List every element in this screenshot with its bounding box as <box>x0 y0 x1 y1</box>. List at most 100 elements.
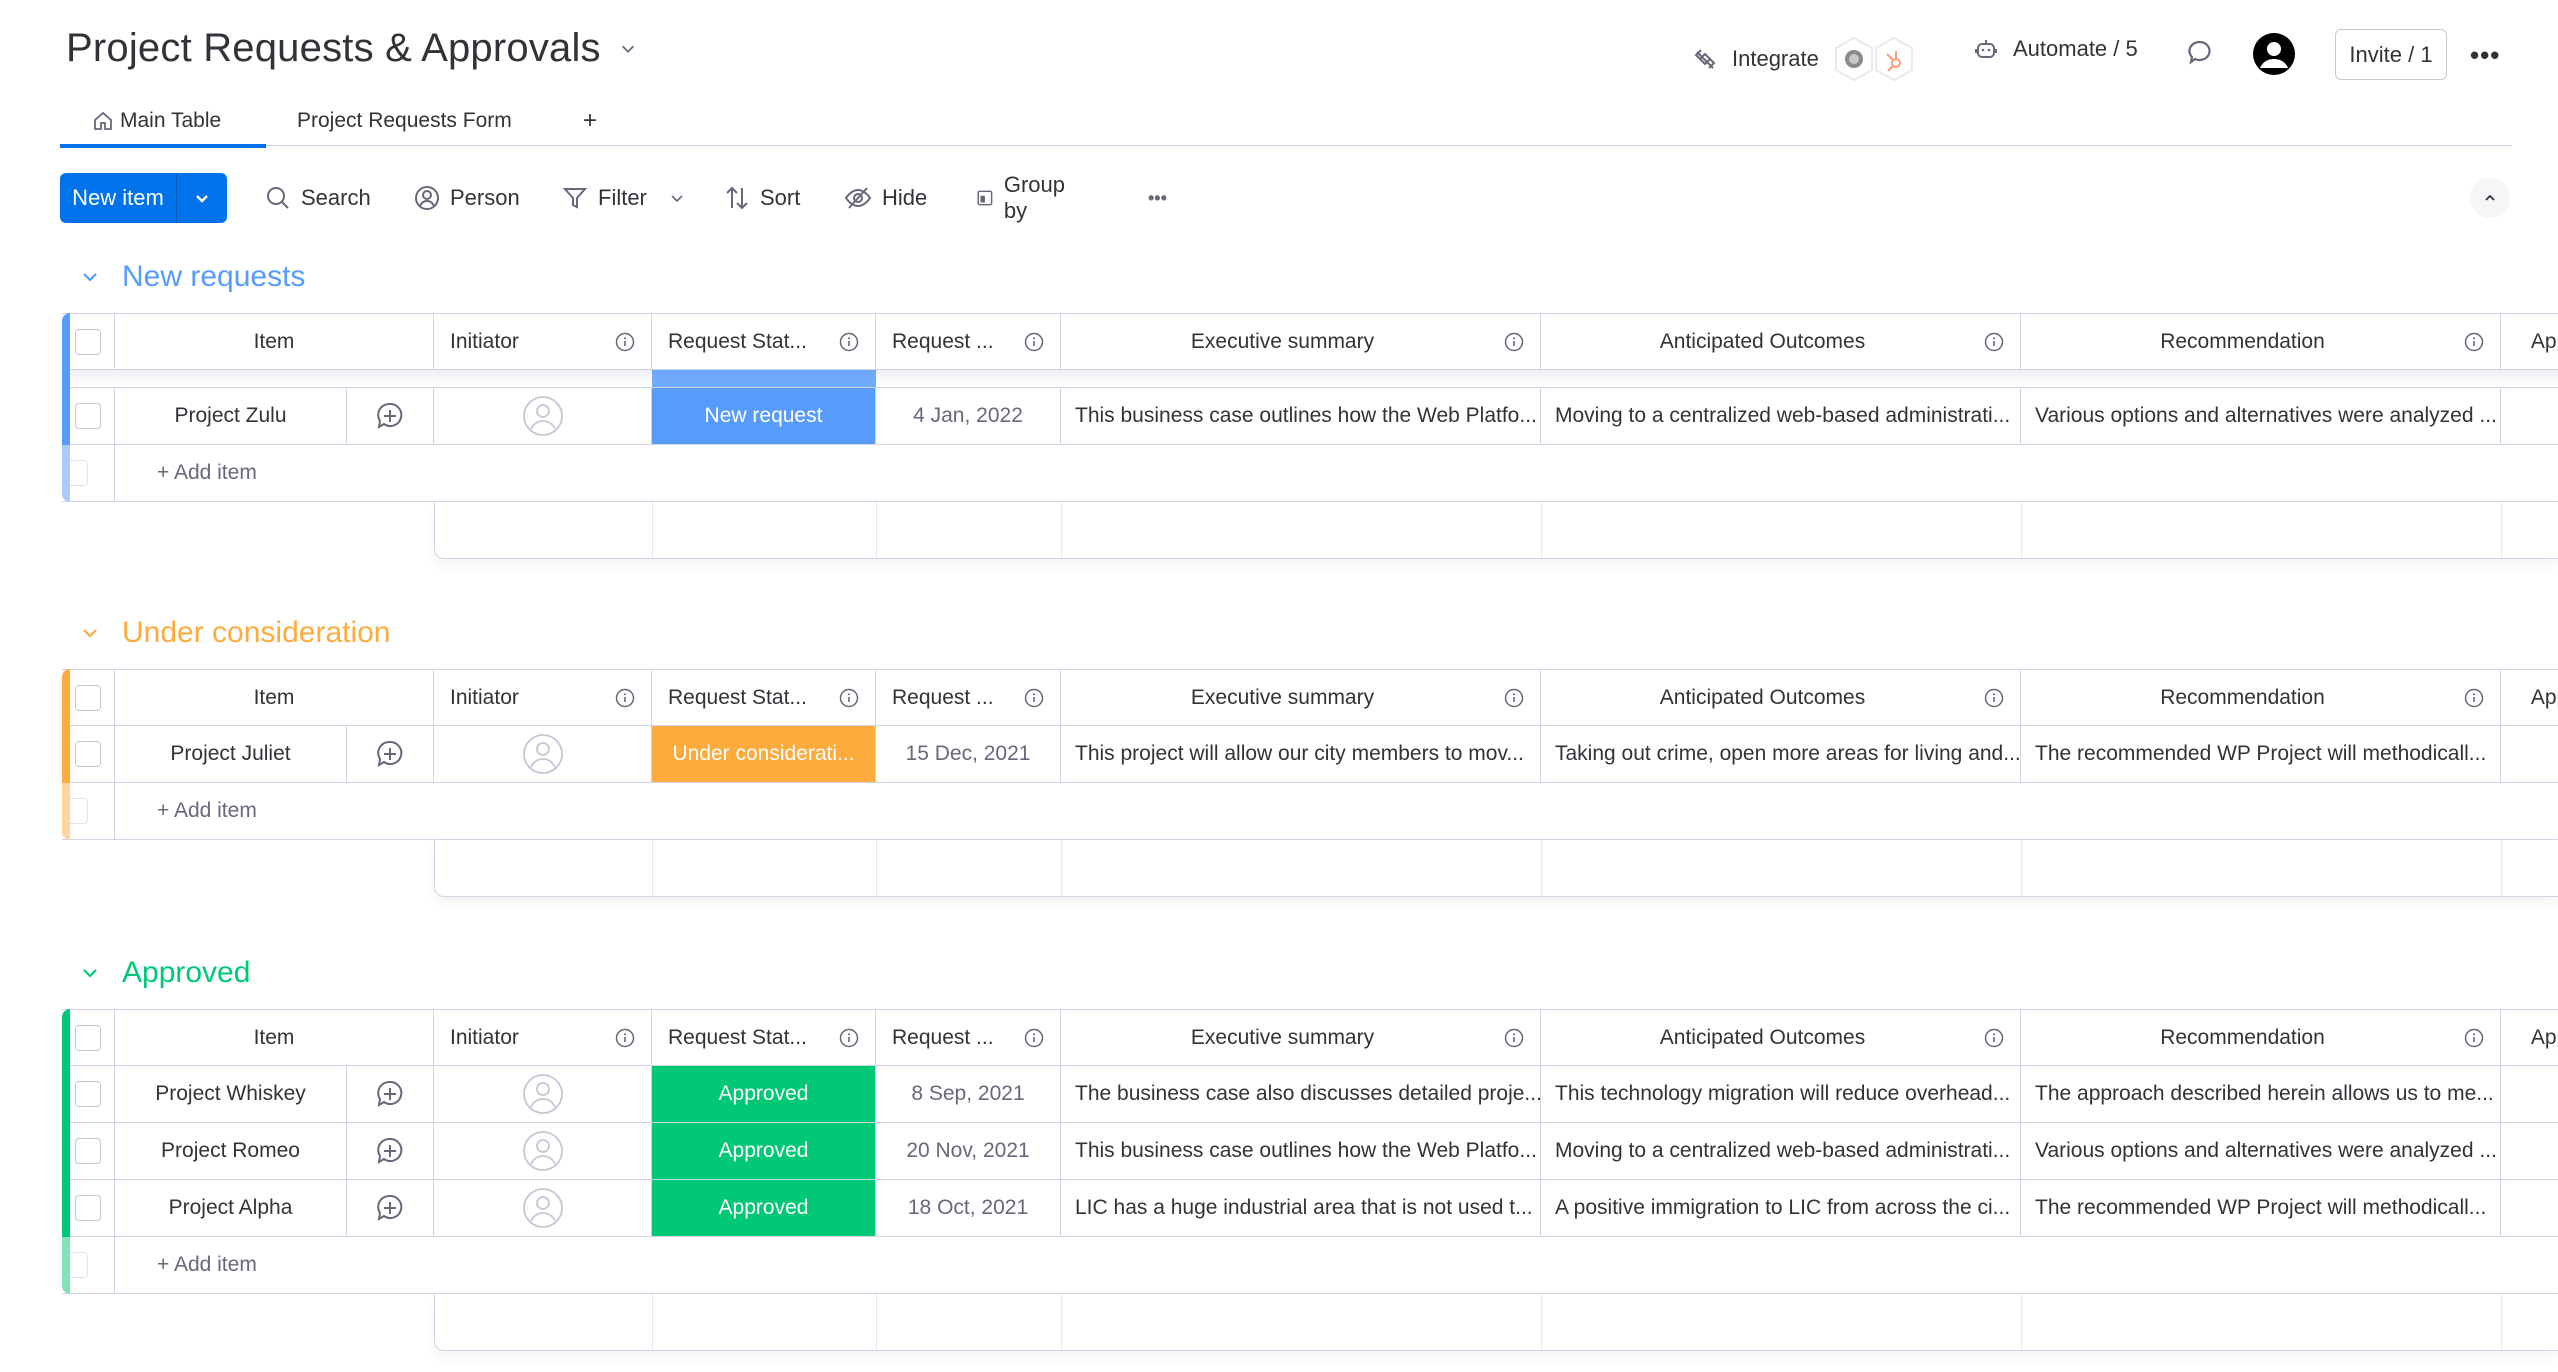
column-header-item[interactable]: Item <box>115 313 434 370</box>
column-header-initiator[interactable]: Initiator <box>434 669 652 726</box>
column-header-item[interactable]: Item <box>115 669 434 726</box>
integrate-button[interactable]: Integrate <box>1692 36 1915 82</box>
app-cell[interactable] <box>2501 1066 2558 1123</box>
chevron-down-icon[interactable] <box>619 40 637 58</box>
add-update-cell[interactable] <box>347 1180 434 1237</box>
add-update-icon[interactable] <box>375 739 405 769</box>
status-label[interactable]: Approved <box>652 1066 876 1123</box>
add-item-row[interactable]: + Add item <box>62 783 2558 840</box>
anticipated-outcomes-cell[interactable]: Moving to a centralized web-based admini… <box>1541 1123 2021 1180</box>
column-header-exec[interactable]: Executive summary <box>1061 669 1541 726</box>
info-icon[interactable] <box>839 1028 859 1048</box>
info-icon[interactable] <box>2464 688 2484 708</box>
column-header-date[interactable]: Request ... <box>876 1009 1061 1066</box>
app-cell[interactable] <box>2501 726 2558 783</box>
recommendation-cell[interactable]: Various options and alternatives were an… <box>2021 388 2501 445</box>
add-update-icon[interactable] <box>375 1079 405 1109</box>
add-update-icon[interactable] <box>375 401 405 431</box>
add-item-row[interactable]: + Add item <box>62 1237 2558 1294</box>
info-icon[interactable] <box>839 688 859 708</box>
column-header-app[interactable]: App <box>2501 669 2558 726</box>
column-header-outcomes[interactable]: Anticipated Outcomes <box>1541 1009 2021 1066</box>
table-row[interactable]: Project Juliet Under considerati... 15 Dec… <box>62 726 2558 783</box>
request-date-cell[interactable]: 18 Oct, 2021 <box>876 1180 1061 1237</box>
app-cell[interactable] <box>2501 388 2558 445</box>
table-row[interactable]: Project Romeo Approved 20 Nov, 2021 This bu… <box>62 1123 2558 1180</box>
info-icon[interactable] <box>1504 688 1524 708</box>
column-header-recommendation[interactable]: Recommendation <box>2021 669 2501 726</box>
add-update-icon[interactable] <box>375 1193 405 1223</box>
group-title[interactable]: Approved <box>80 956 250 990</box>
column-header-status[interactable]: Request Stat... <box>652 669 876 726</box>
column-header-initiator[interactable]: Initiator <box>434 313 652 370</box>
add-update-cell[interactable] <box>347 726 434 783</box>
anticipated-outcomes-cell[interactable]: A positive immigration to LIC from acros… <box>1541 1180 2021 1237</box>
app-cell[interactable] <box>2501 1180 2558 1237</box>
column-header-item[interactable]: Item <box>115 1009 434 1066</box>
initiator-cell[interactable] <box>434 1180 652 1237</box>
row-checkbox[interactable] <box>75 1138 101 1164</box>
hide-button[interactable]: Hide <box>844 173 927 223</box>
executive-summary-cell[interactable]: This business case outlines how the Web … <box>1061 388 1541 445</box>
new-item-main[interactable]: New item <box>60 173 177 223</box>
add-item-row[interactable]: + Add item <box>62 445 2558 502</box>
item-name-cell[interactable]: Project Juliet <box>115 726 347 783</box>
anticipated-outcomes-cell[interactable]: This technology migration will reduce ov… <box>1541 1066 2021 1123</box>
search-button[interactable]: Search <box>265 173 371 223</box>
item-name-cell[interactable]: Project Romeo <box>115 1123 347 1180</box>
initiator-cell[interactable] <box>434 726 652 783</box>
info-icon[interactable] <box>1024 332 1044 352</box>
column-header-recommendation[interactable]: Recommendation <box>2021 313 2501 370</box>
info-icon[interactable] <box>615 1028 635 1048</box>
table-row[interactable]: Project Alpha Approved 18 Oct, 2021 LIC has… <box>62 1180 2558 1237</box>
board-title[interactable]: Project Requests & Approvals <box>66 26 637 71</box>
tab-project-requests-form[interactable]: Project Requests Form <box>297 96 512 146</box>
column-header-date[interactable]: Request ... <box>876 669 1061 726</box>
info-icon[interactable] <box>1504 332 1524 352</box>
status-label[interactable]: Approved <box>652 1180 876 1237</box>
add-update-cell[interactable] <box>347 1123 434 1180</box>
invite-button[interactable]: Invite / 1 <box>2335 29 2447 80</box>
group-title[interactable]: Under consideration <box>80 616 391 650</box>
collapse-header-button[interactable] <box>2470 178 2510 218</box>
info-icon[interactable] <box>1024 1028 1044 1048</box>
row-checkbox[interactable] <box>75 403 101 429</box>
tab-main-table[interactable]: Main Table <box>60 96 266 148</box>
recommendation-cell[interactable]: The approach described herein allows us … <box>2021 1066 2501 1123</box>
info-icon[interactable] <box>615 688 635 708</box>
app-cell[interactable] <box>2501 1123 2558 1180</box>
add-update-cell[interactable] <box>347 388 434 445</box>
new-item-dropdown[interactable] <box>177 173 227 223</box>
initiator-cell[interactable] <box>434 388 652 445</box>
status-label[interactable]: Under considerati... <box>652 726 876 783</box>
person-button[interactable]: Person <box>414 173 520 223</box>
select-all-checkbox[interactable] <box>75 684 101 711</box>
group-title[interactable]: New requests <box>80 260 305 294</box>
chevron-down-icon[interactable] <box>80 267 100 287</box>
row-checkbox[interactable] <box>75 741 101 767</box>
info-icon[interactable] <box>615 332 635 352</box>
recommendation-cell[interactable]: The recommended WP Project will methodic… <box>2021 1180 2501 1237</box>
item-name-cell[interactable]: Project Alpha <box>115 1180 347 1237</box>
executive-summary-cell[interactable]: The business case also discusses detaile… <box>1061 1066 1541 1123</box>
status-label[interactable]: Approved <box>652 1123 876 1180</box>
add-item-input[interactable]: + Add item <box>115 783 2558 840</box>
initiator-cell[interactable] <box>434 1066 652 1123</box>
column-header-date[interactable]: Request ... <box>876 313 1061 370</box>
add-update-icon[interactable] <box>375 1136 405 1166</box>
add-view-button[interactable]: + <box>583 96 597 146</box>
info-icon[interactable] <box>1984 332 2004 352</box>
automate-button[interactable]: Automate / 5 <box>1973 36 2138 62</box>
request-date-cell[interactable]: 15 Dec, 2021 <box>876 726 1061 783</box>
info-icon[interactable] <box>1504 1028 1524 1048</box>
executive-summary-cell[interactable]: This project will allow our city members… <box>1061 726 1541 783</box>
column-header-exec[interactable]: Executive summary <box>1061 313 1541 370</box>
chevron-down-icon[interactable] <box>80 963 100 983</box>
item-name-cell[interactable]: Project Zulu <box>115 388 347 445</box>
recommendation-cell[interactable]: The recommended WP Project will methodic… <box>2021 726 2501 783</box>
new-item-button[interactable]: New item <box>60 173 227 223</box>
column-header-status[interactable]: Request Stat... <box>652 1009 876 1066</box>
user-avatar[interactable] <box>2252 32 2296 76</box>
add-update-cell[interactable] <box>347 1066 434 1123</box>
row-checkbox[interactable] <box>75 1081 101 1107</box>
